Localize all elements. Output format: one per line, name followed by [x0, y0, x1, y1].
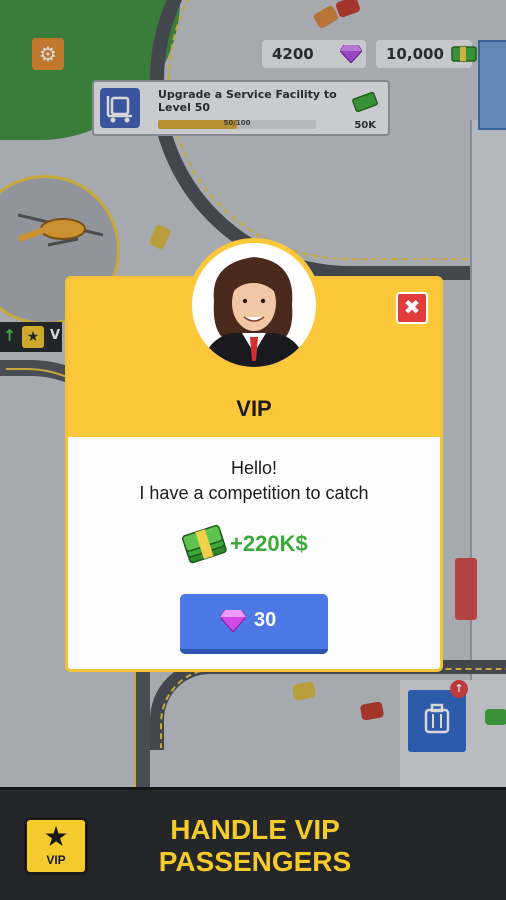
banner-line-1: HANDLE VIP [170, 814, 340, 845]
close-button[interactable]: ✖ [396, 292, 428, 324]
vip-badge-label: VIP [46, 853, 66, 867]
vip-badge: ★ VIP [24, 817, 88, 875]
reward-amount: +220K$ [230, 531, 308, 556]
cash-stack-icon [182, 524, 227, 564]
banner-line-2: PASSENGERS [158, 846, 352, 877]
pay-gems-button[interactable]: 30 [180, 594, 328, 654]
reward-row: +220K$ [182, 524, 332, 564]
pay-button-cost: 30 [254, 609, 277, 631]
gem-icon [220, 610, 246, 632]
dialog-message: Hello! I have a competition to catch [65, 456, 443, 506]
message-line-1: Hello! [230, 458, 278, 478]
star-icon: ★ [43, 820, 69, 853]
vip-avatar [192, 243, 316, 367]
banner-headline: HANDLE VIP PASSENGERS [140, 814, 370, 878]
dialog-title: VIP [236, 396, 272, 421]
message-line-2: I have a competition to catch [139, 483, 369, 503]
